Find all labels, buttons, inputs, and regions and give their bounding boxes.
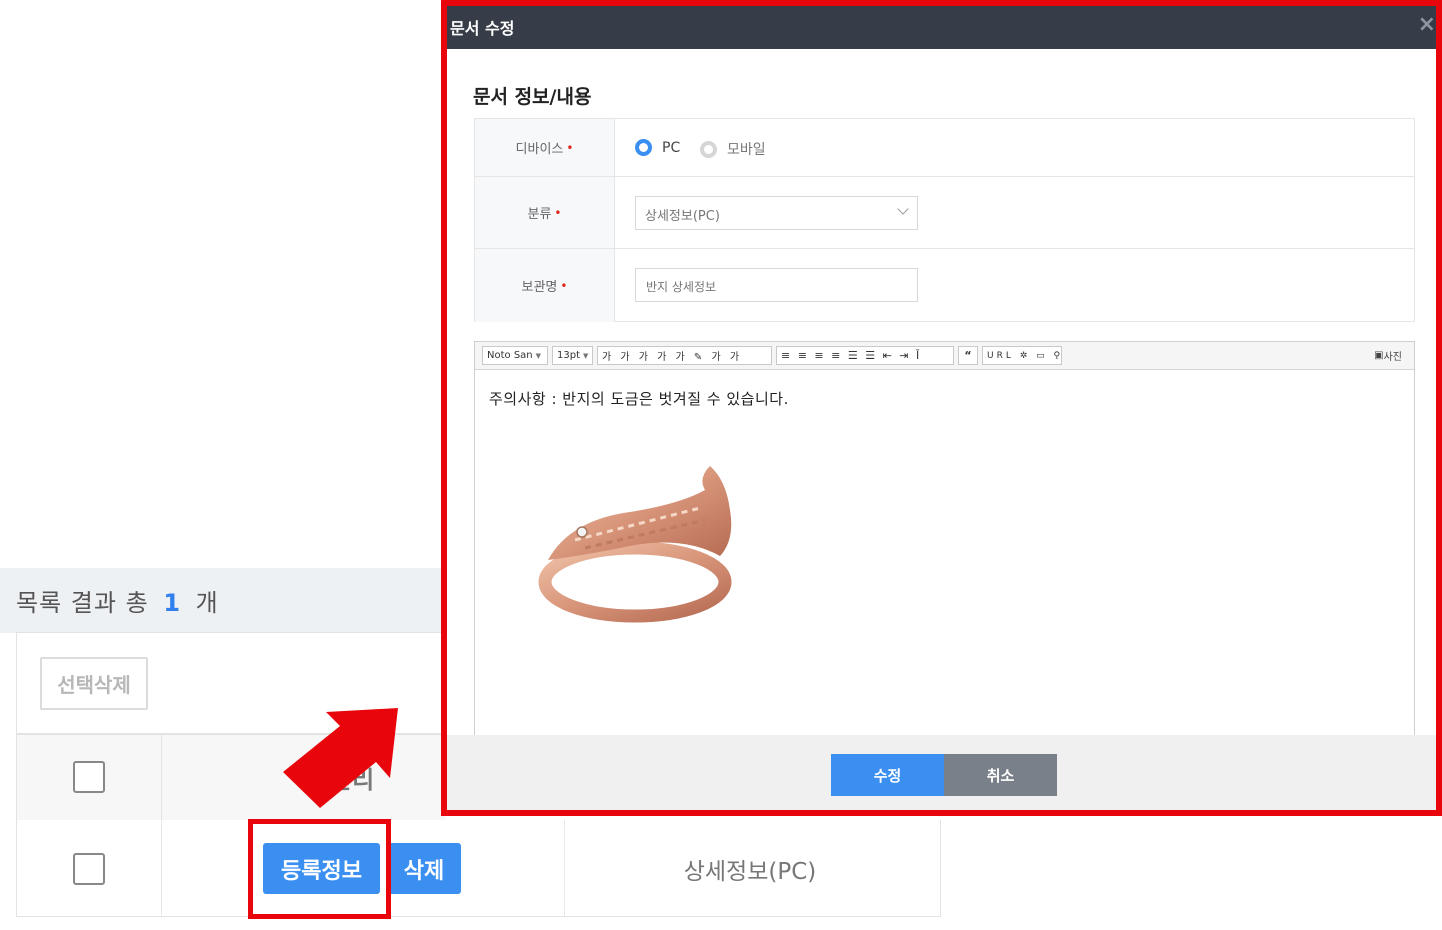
list-result-summary: 목록 결과 총 1 개 <box>16 583 219 618</box>
row-delete-button[interactable]: 삭제 <box>387 843 461 894</box>
summary-prefix: 목록 결과 총 <box>16 589 149 617</box>
summary-count: 1 <box>163 589 182 617</box>
highlight-box-modal <box>441 0 1442 816</box>
column-divider <box>564 820 565 916</box>
row-category-cell: 상세정보(PC) <box>683 859 817 885</box>
highlight-box-register-button <box>248 819 391 919</box>
select-delete-button[interactable]: 선택삭제 <box>40 657 148 710</box>
row-checkbox[interactable] <box>73 853 105 885</box>
summary-suffix: 개 <box>195 589 219 617</box>
select-all-checkbox[interactable] <box>73 761 105 793</box>
column-divider <box>161 735 162 820</box>
red-arrow-icon <box>283 708 398 808</box>
column-divider <box>161 820 162 916</box>
